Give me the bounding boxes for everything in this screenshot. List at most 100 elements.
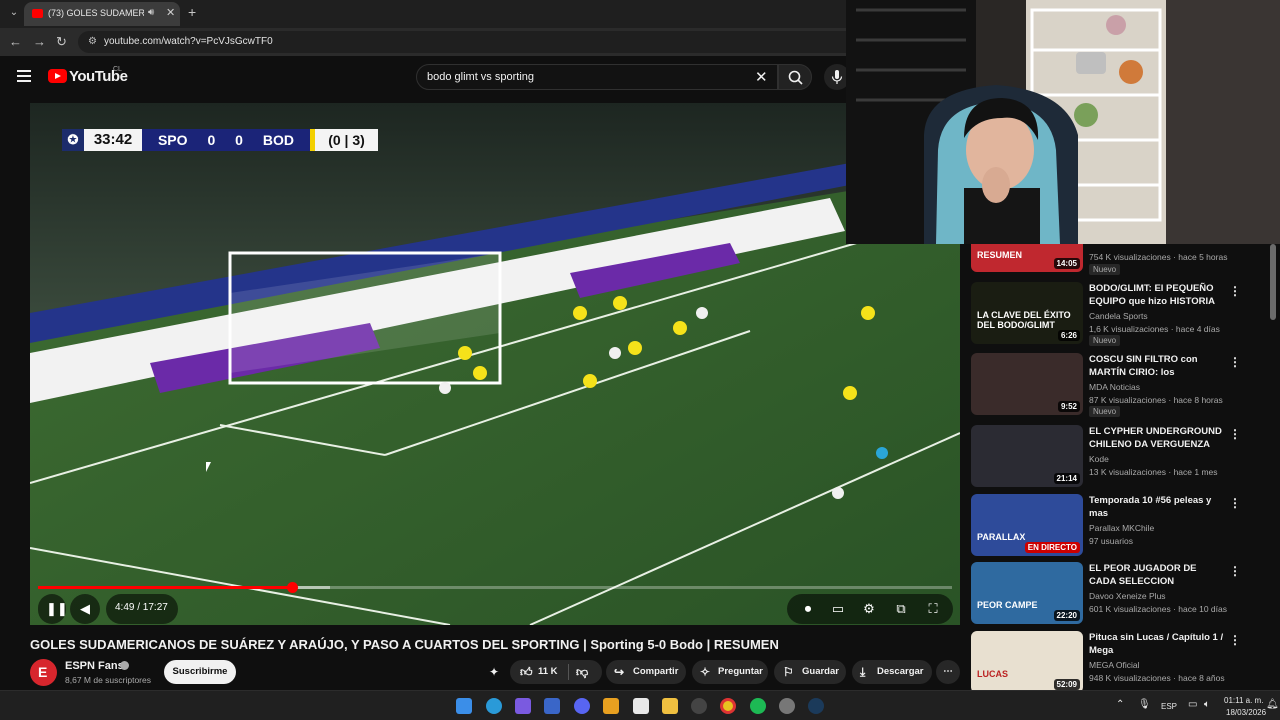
recommendation-title[interactable]: Temporada 10 #56 peleas y mas [1089, 494, 1225, 520]
search-icon [788, 70, 803, 85]
recommendation-title[interactable]: EL CYPHER UNDERGROUND CHILENO DA VERGUEN… [1089, 425, 1225, 451]
subtitles-icon[interactable]: ▭ [830, 602, 846, 616]
channel-name[interactable]: ESPN Fans [65, 660, 124, 672]
recommendation-title[interactable]: COSCU SIN FILTRO con MARTÍN CIRIO: los P… [1089, 353, 1225, 379]
recommendation-item[interactable]: RESUMEN 14:05 754 K visualizaciones · hace… [971, 243, 1271, 277]
more-actions-icon[interactable]: ⋯ [936, 660, 960, 684]
more-options-icon[interactable]: ⋮ [1229, 633, 1241, 647]
tab-search-icon[interactable]: ⌄ [6, 5, 22, 21]
recommendation-title[interactable]: Pitucа sin Lucas / Capítulo 1 / Mega [1089, 631, 1225, 657]
more-options-icon[interactable]: ⋮ [1229, 284, 1241, 298]
recommendation-item[interactable]: PARALLAX EN DIRECTO Temporada 10 #56 pelea… [971, 494, 1271, 560]
recommendation-thumbnail[interactable]: LA CLAVE DEL ÉXITO DEL BODO/GLIMT 6:26 [971, 282, 1083, 344]
recommendation-title[interactable]: EL PEOR JUGADOR DE CADA SELECCION CAMPEO… [1089, 562, 1225, 588]
sparkle-icon: ✧ [700, 665, 711, 679]
streamer-webcam-image [846, 0, 1280, 244]
team-scores: SPO 0 0 BOD [142, 129, 310, 151]
microphone-tray-icon[interactable]: 🎙︎ [1138, 699, 1151, 710]
edge-icon[interactable] [486, 698, 502, 714]
recommendation-channel[interactable]: Parallax MKChile [1089, 523, 1154, 533]
save-button[interactable]: ⚐ Guardar [774, 660, 846, 684]
bookmark-icon: ⚐ [783, 665, 794, 679]
github-icon[interactable] [691, 698, 707, 714]
like-count[interactable]: 11 K [538, 660, 558, 684]
reload-icon[interactable]: ↻ [56, 34, 67, 50]
recommendation-channel[interactable]: Candela Sports [1089, 311, 1148, 321]
share-button[interactable]: ↪ Compartir [606, 660, 686, 684]
menu-icon[interactable] [17, 70, 31, 82]
site-info-icon[interactable]: ⚙︎ [88, 36, 97, 47]
more-options-icon[interactable]: ⋮ [1229, 496, 1241, 510]
subscriber-count: 8,67 M de suscriptores [65, 675, 151, 685]
youtube-logo-icon[interactable] [48, 69, 67, 83]
recommendation-thumbnail[interactable]: RESUMEN 14:05 [971, 243, 1083, 272]
file-explorer-icon[interactable] [662, 698, 678, 714]
miniplayer-icon[interactable]: ⧉ [893, 602, 909, 616]
input-language[interactable]: ESP [1161, 702, 1177, 711]
clock-time[interactable]: 01:11 a. m. [1224, 696, 1263, 705]
back-arrow-icon[interactable]: ← [9, 34, 22, 50]
shield-app-icon[interactable] [603, 698, 619, 714]
recommendation-item[interactable]: 21:14 EL CYPHER UNDERGROUND CHILENO DA VE… [971, 425, 1271, 491]
download-button[interactable]: ⤓ Descargar [852, 660, 932, 684]
dislike-icon[interactable]: 👎︎ [576, 660, 588, 684]
sound-icon[interactable]: 🔈︎ [1204, 699, 1210, 710]
recommendation-channel[interactable]: MDA Noticias [1089, 382, 1140, 392]
tab-title: (73) GOLES SUDAMERICANOS DE SUÁREZ Y ARA… [48, 8, 144, 18]
play-pause-button[interactable]: ❚❚ [38, 594, 68, 624]
away-score: 0 [235, 132, 243, 148]
forward-arrow-icon[interactable]: → [33, 34, 46, 50]
more-options-icon[interactable]: ⋮ [1229, 564, 1241, 578]
notification-bell-icon[interactable]: 🔔︎ [1266, 699, 1279, 710]
more-options-icon[interactable]: ⋮ [1229, 355, 1241, 369]
document-icon[interactable] [633, 698, 649, 714]
video-player[interactable]: ✪ 33:42 SPO 0 0 BOD (0 | 3) ❚❚ ◀︎ 4:49 /… [30, 103, 960, 625]
discord-icon[interactable] [574, 698, 590, 714]
recommendation-thumbnail[interactable]: PEOR CAMPE 22:20 [971, 562, 1083, 624]
recommendation-item[interactable]: LUCAS 52:09 Pitucа sin Lucas / Capítulo 1 … [971, 631, 1271, 697]
recommendation-thumbnail[interactable]: 21:14 [971, 425, 1083, 487]
address-bar[interactable]: ⚙︎ youtube.com/watch?v=PcVJsGcwTF0 [78, 31, 978, 53]
clock-date[interactable]: 18/03/2026 [1226, 708, 1266, 717]
network-icon[interactable]: ▭ [1188, 699, 1197, 710]
live-badge: EN DIRECTO [1024, 542, 1080, 553]
settings-icon[interactable]: ⚙︎ [861, 602, 877, 616]
recommendation-thumbnail[interactable]: PARALLAX EN DIRECTO [971, 494, 1083, 556]
tray-chevron-icon[interactable]: ⌃ [1116, 699, 1124, 710]
chrome-icon[interactable] [720, 698, 736, 714]
effects-icon[interactable]: ✦ [489, 665, 499, 679]
close-tab-icon[interactable]: ✕ [166, 6, 175, 19]
speaker-icon[interactable]: 🔊︎ [148, 7, 154, 18]
recommendation-channel[interactable]: MEGA Oficial [1089, 660, 1140, 670]
spotify-icon[interactable] [750, 698, 766, 714]
copilot-icon[interactable] [515, 698, 531, 714]
autoplay-toggle[interactable]: ⏺︎ [797, 602, 819, 616]
scrubber-handle[interactable] [287, 582, 299, 593]
recommendation-channel[interactable]: Kode [1089, 454, 1109, 464]
recommendation-channel[interactable]: Davoo Xeneize Plus [1089, 591, 1166, 601]
sidebar-scrollbar[interactable] [1270, 244, 1276, 320]
steam-icon[interactable] [808, 698, 824, 714]
clear-search-icon[interactable]: ✕ [755, 68, 768, 86]
volume-button[interactable]: ◀︎ [70, 594, 100, 624]
recommendation-item[interactable]: 9:52 COSCU SIN FILTRO con MARTÍN CIRIO: l… [971, 353, 1271, 419]
like-icon[interactable]: 👍︎ [520, 660, 533, 684]
widget-icon[interactable] [544, 698, 560, 714]
settings-gear-icon[interactable] [779, 698, 795, 714]
fullscreen-icon[interactable]: ⛶ [925, 602, 941, 616]
subscribe-button[interactable]: Suscribirme [164, 660, 236, 684]
ask-button[interactable]: ✧ Preguntar [692, 660, 768, 684]
recommendation-title[interactable]: BODO/GLIMT: El PEQUEÑO EQUIPO que hizo H… [1089, 282, 1225, 308]
search-input[interactable]: bodo glimt vs sporting ✕ [416, 64, 778, 90]
search-button[interactable] [778, 64, 812, 90]
recommendation-thumbnail[interactable]: LUCAS 52:09 [971, 631, 1083, 693]
new-tab-button[interactable]: + [188, 5, 196, 19]
start-menu-icon[interactable] [456, 698, 472, 714]
browser-tab[interactable]: (73) GOLES SUDAMERICANOS DE SUÁREZ Y ARA… [24, 2, 180, 26]
channel-avatar[interactable] [30, 659, 57, 686]
more-options-icon[interactable]: ⋮ [1229, 427, 1241, 441]
recommendation-item[interactable]: LA CLAVE DEL ÉXITO DEL BODO/GLIMT 6:26 BOD… [971, 282, 1271, 348]
recommendation-thumbnail[interactable]: 9:52 [971, 353, 1083, 415]
recommendation-item[interactable]: PEOR CAMPE 22:20 EL PEOR JUGADOR DE CADA S… [971, 562, 1271, 628]
progress-bar[interactable] [38, 582, 952, 593]
